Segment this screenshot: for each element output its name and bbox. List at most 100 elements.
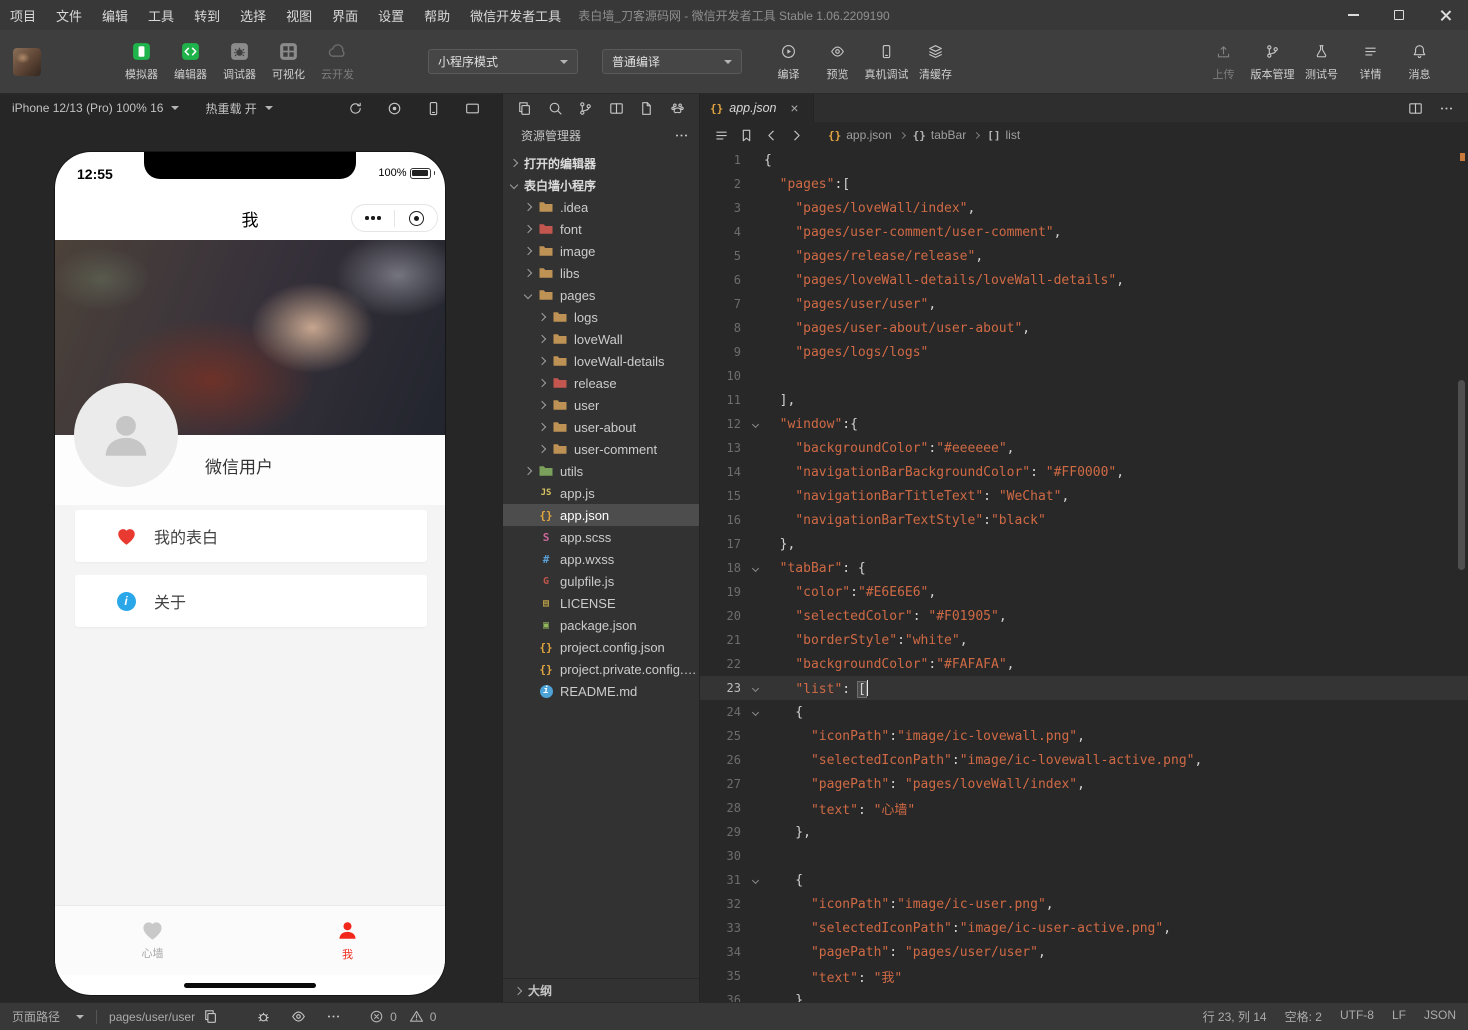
record-icon[interactable]: [387, 101, 402, 116]
code-line-34[interactable]: 34 "pagePath": "pages/user/user",: [700, 940, 1468, 964]
close-miniprogram-button[interactable]: [395, 211, 437, 226]
statusbar-item-2[interactable]: UTF-8: [1340, 1008, 1374, 1025]
code-line-7[interactable]: 7 "pages/user/user",: [700, 292, 1468, 316]
menu-item-0[interactable]: 我的表白: [75, 510, 427, 562]
code-line-2[interactable]: 2 "pages":[: [700, 172, 1468, 196]
compile-select[interactable]: 普通编译: [602, 49, 742, 74]
statusbar-item-3[interactable]: LF: [1392, 1008, 1406, 1025]
navigate-forward-icon[interactable]: [789, 128, 804, 143]
code-line-23[interactable]: 23 "list": [: [700, 676, 1468, 700]
toolbar-button-cloud[interactable]: 云开发: [313, 41, 362, 82]
tree-item-15[interactable]: JSapp.js: [503, 482, 699, 504]
files-icon[interactable]: [517, 101, 532, 116]
statusbar-item-4[interactable]: JSON: [1424, 1008, 1456, 1025]
tree-item-4[interactable]: image: [503, 240, 699, 262]
user-avatar[interactable]: [13, 48, 41, 76]
outline-section[interactable]: 大纲: [503, 978, 699, 1002]
tree-item-5[interactable]: libs: [503, 262, 699, 284]
preview-eye-icon[interactable]: [291, 1009, 306, 1024]
toolbar-button-bell[interactable]: 消息: [1395, 41, 1444, 82]
code-editor[interactable]: 1{2 "pages":[3 "pages/loveWall/index",4 …: [700, 148, 1468, 1002]
code-line-1[interactable]: 1{: [700, 148, 1468, 172]
tree-item-24[interactable]: iREADME.md: [503, 680, 699, 702]
toolbar-button-upload[interactable]: 上传: [1199, 41, 1248, 82]
page-path-value[interactable]: pages/user/user: [109, 1010, 195, 1024]
tree-item-20[interactable]: ▤LICENSE: [503, 592, 699, 614]
toolbar-button-eye[interactable]: 预览: [813, 41, 862, 82]
tree-item-2[interactable]: .idea: [503, 196, 699, 218]
code-line-19[interactable]: 19 "color":"#E6E6E6",: [700, 580, 1468, 604]
rotate-icon[interactable]: [348, 101, 363, 116]
tree-item-14[interactable]: utils: [503, 460, 699, 482]
split-editor-icon[interactable]: [1408, 101, 1423, 116]
maximize-button[interactable]: [1376, 0, 1422, 30]
hot-reload-toggle[interactable]: 热重载 开: [205, 100, 272, 117]
code-line-9[interactable]: 9 "pages/logs/logs": [700, 340, 1468, 364]
problems-indicator[interactable]: 0 0: [369, 1009, 436, 1024]
more-actions-icon[interactable]: [674, 128, 689, 143]
code-line-24[interactable]: 24 {: [700, 700, 1468, 724]
toolbar-button-list[interactable]: 详情: [1346, 41, 1395, 82]
code-line-13[interactable]: 13 "backgroundColor":"#eeeeee",: [700, 436, 1468, 460]
copy-path-icon[interactable]: [203, 1009, 218, 1024]
code-line-5[interactable]: 5 "pages/release/release",: [700, 244, 1468, 268]
tree-item-19[interactable]: Ggulpfile.js: [503, 570, 699, 592]
phone-tab-0[interactable]: 心墙: [55, 906, 250, 975]
vconsole-icon[interactable]: [256, 1009, 271, 1024]
code-line-30[interactable]: 30: [700, 844, 1468, 868]
code-line-18[interactable]: 18 "tabBar": {: [700, 556, 1468, 580]
tree-item-9[interactable]: loveWall-details: [503, 350, 699, 372]
tree-item-7[interactable]: logs: [503, 306, 699, 328]
tree-item-3[interactable]: font: [503, 218, 699, 240]
breadcrumb-item-list[interactable]: []list: [987, 128, 1020, 142]
toolbar-button-layers[interactable]: 清缓存: [911, 41, 960, 82]
menubar-item-7[interactable]: 界面: [322, 0, 368, 30]
extensions-icon[interactable]: [670, 101, 685, 116]
code-line-4[interactable]: 4 "pages/user-comment/user-comment",: [700, 220, 1468, 244]
more-menu-button[interactable]: [352, 216, 394, 220]
tree-item-22[interactable]: {}project.config.json: [503, 636, 699, 658]
code-line-31[interactable]: 31 {: [700, 868, 1468, 892]
breadcrumb-item-app.json[interactable]: {}app.json: [828, 128, 892, 142]
tree-item-18[interactable]: #app.wxss: [503, 548, 699, 570]
screenshot-icon[interactable]: [465, 101, 480, 116]
menubar-item-10[interactable]: 微信开发者工具: [460, 0, 571, 30]
code-line-36[interactable]: 36 }: [700, 988, 1468, 1002]
code-line-25[interactable]: 25 "iconPath":"image/ic-lovewall.png",: [700, 724, 1468, 748]
code-line-28[interactable]: 28 "text": "心墙": [700, 796, 1468, 820]
code-line-15[interactable]: 15 "navigationBarTitleText": "WeChat",: [700, 484, 1468, 508]
code-line-20[interactable]: 20 "selectedColor": "#F01905",: [700, 604, 1468, 628]
toolbar-button-debugger[interactable]: 调试器: [215, 41, 264, 82]
code-line-6[interactable]: 6 "pages/loveWall-details/loveWall-detai…: [700, 268, 1468, 292]
toolbar-button-editor[interactable]: 编辑器: [166, 41, 215, 82]
tab-app-json[interactable]: {} app.json: [700, 94, 814, 122]
page-path-label[interactable]: 页面路径: [12, 1008, 60, 1025]
code-line-12[interactable]: 12 "window":{: [700, 412, 1468, 436]
bookmark-icon[interactable]: [739, 128, 754, 143]
code-line-21[interactable]: 21 "borderStyle":"white",: [700, 628, 1468, 652]
code-line-27[interactable]: 27 "pagePath": "pages/loveWall/index",: [700, 772, 1468, 796]
code-line-3[interactable]: 3 "pages/loveWall/index",: [700, 196, 1468, 220]
code-line-29[interactable]: 29 },: [700, 820, 1468, 844]
device-select[interactable]: iPhone 12/13 (Pro) 100% 16: [12, 101, 179, 115]
explorer-section-0[interactable]: 打开的编辑器: [503, 152, 699, 174]
tree-item-6[interactable]: pages: [503, 284, 699, 306]
code-line-14[interactable]: 14 "navigationBarBackgroundColor": "#FF0…: [700, 460, 1468, 484]
tree-item-23[interactable]: {}project.private.config.js...: [503, 658, 699, 680]
code-line-16[interactable]: 16 "navigationBarTextStyle":"black": [700, 508, 1468, 532]
menubar-item-3[interactable]: 工具: [138, 0, 184, 30]
tree-item-11[interactable]: user: [503, 394, 699, 416]
code-line-8[interactable]: 8 "pages/user-about/user-about",: [700, 316, 1468, 340]
tree-item-16[interactable]: {}app.json: [503, 504, 699, 526]
minimize-button[interactable]: [1330, 0, 1376, 30]
toolbar-button-flask[interactable]: 测试号: [1297, 41, 1346, 82]
toolbar-button-branch[interactable]: 版本管理: [1248, 41, 1297, 82]
tree-item-8[interactable]: loveWall: [503, 328, 699, 350]
toolbar-button-phone[interactable]: 真机调试: [862, 41, 911, 82]
code-line-10[interactable]: 10: [700, 364, 1468, 388]
menubar-item-4[interactable]: 转到: [184, 0, 230, 30]
toolbar-button-simulator[interactable]: 模拟器: [117, 41, 166, 82]
menubar-item-8[interactable]: 设置: [368, 0, 414, 30]
mode-select[interactable]: 小程序模式: [428, 49, 578, 74]
menubar-item-9[interactable]: 帮助: [414, 0, 460, 30]
